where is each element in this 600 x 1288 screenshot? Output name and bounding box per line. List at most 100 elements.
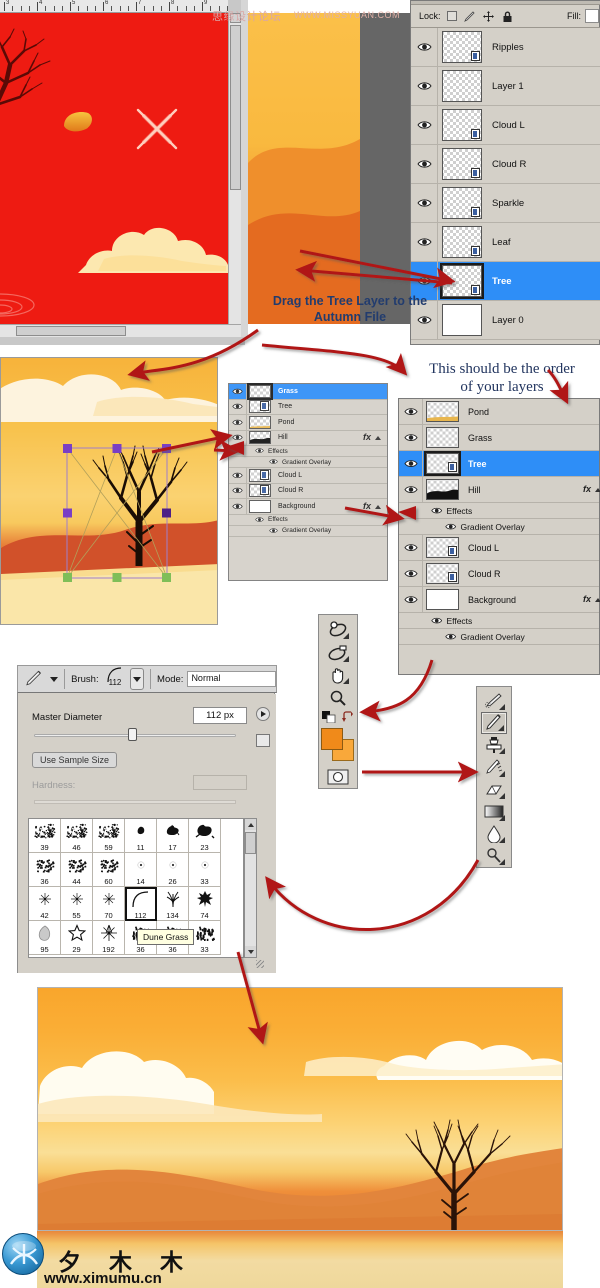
visibility-eye-icon[interactable] bbox=[232, 502, 243, 511]
visibility-eye-icon[interactable] bbox=[232, 486, 243, 495]
brush-tool-dropdown-icon[interactable] bbox=[50, 677, 58, 682]
layer-thumbnail[interactable] bbox=[426, 563, 459, 584]
brush-picker-toggle[interactable] bbox=[130, 668, 144, 690]
layer-effects-fx-icon[interactable]: fx bbox=[363, 501, 371, 511]
fill-value-box[interactable] bbox=[585, 9, 599, 23]
picker-flyout-menu-icon[interactable] bbox=[256, 707, 270, 721]
layer-row-cloud-l[interactable]: Cloud L bbox=[411, 106, 600, 145]
layer-visibility-cell[interactable] bbox=[229, 384, 247, 399]
brush-preset-cell[interactable]: 74 bbox=[189, 887, 221, 921]
brush-preset-cell[interactable]: 17 bbox=[157, 819, 189, 853]
new-brush-preset-icon[interactable] bbox=[256, 734, 270, 747]
slider-knob[interactable] bbox=[128, 728, 137, 741]
brush-preset-grid[interactable]: 39 46 59 11 17 23 36 44 60 14 26 33 42 55 70 112 134 74 95… bbox=[29, 819, 243, 955]
swap-colors-icon[interactable] bbox=[342, 711, 355, 723]
brush-icon[interactable] bbox=[481, 712, 507, 734]
effects-expand-toggle-icon[interactable] bbox=[595, 598, 600, 602]
layer-row-background[interactable]: Background fx bbox=[399, 587, 599, 613]
layer-thumbnail[interactable] bbox=[426, 589, 459, 610]
layer-row-cloud-l[interactable]: Cloud L bbox=[229, 468, 387, 484]
visibility-eye-icon[interactable] bbox=[404, 542, 418, 553]
master-diameter-value[interactable]: 112 px bbox=[193, 707, 247, 724]
lock-all-icon[interactable] bbox=[501, 10, 514, 23]
brush-preset-cell[interactable]: 33 bbox=[189, 853, 221, 887]
quick-mask-icon[interactable] bbox=[325, 766, 351, 788]
brush-preset-cell[interactable]: 192 bbox=[93, 921, 125, 955]
layer-thumbnail[interactable] bbox=[442, 31, 482, 63]
layer-effect-gradient-overlay-row[interactable]: Gradient Overlay bbox=[229, 526, 387, 537]
visibility-eye-icon[interactable] bbox=[417, 158, 432, 170]
layer-thumbnail[interactable] bbox=[426, 427, 459, 448]
horizontal-ruler[interactable]: 3 4 5 6 7 8 9 bbox=[0, 0, 228, 13]
layer-thumbnail[interactable] bbox=[249, 469, 271, 482]
visibility-eye-icon[interactable] bbox=[404, 406, 418, 417]
layer-row-sparkle[interactable]: Sparkle bbox=[411, 184, 600, 223]
visibility-eye-icon[interactable] bbox=[404, 432, 418, 443]
layer-row-background[interactable]: Background fx bbox=[229, 499, 387, 515]
brush-preset-cell[interactable]: 39 bbox=[29, 819, 61, 853]
visibility-eye-icon[interactable] bbox=[417, 41, 432, 53]
layer-visibility-cell[interactable] bbox=[229, 468, 247, 483]
layer-row-leaf[interactable]: Leaf bbox=[411, 223, 600, 262]
layer-row-cloud-r[interactable]: Cloud R bbox=[229, 484, 387, 500]
3d-roll-icon[interactable] bbox=[325, 641, 351, 663]
effects-expand-toggle-icon[interactable] bbox=[375, 436, 381, 440]
brush-grid-scroll-up-icon[interactable] bbox=[245, 819, 256, 830]
lock-image-icon[interactable] bbox=[463, 10, 476, 23]
brush-preset-cell[interactable]: 26 bbox=[157, 853, 189, 887]
default-colors-icon[interactable] bbox=[322, 711, 336, 723]
visibility-eye-icon[interactable] bbox=[431, 616, 442, 625]
layer-visibility-cell[interactable] bbox=[229, 415, 247, 430]
layer-thumbnail[interactable] bbox=[249, 431, 271, 444]
visibility-eye-icon[interactable] bbox=[404, 594, 418, 605]
scroll-thumb-h[interactable] bbox=[16, 326, 126, 336]
brush-preset-cell[interactable]: 23 bbox=[189, 819, 221, 853]
layer-visibility-cell[interactable] bbox=[229, 499, 247, 514]
history-brush-icon[interactable] bbox=[481, 756, 507, 778]
visibility-eye-icon[interactable] bbox=[232, 387, 243, 396]
layer-row-hill[interactable]: Hill fx bbox=[229, 431, 387, 447]
layer-row-grass[interactable]: Grass bbox=[229, 384, 387, 400]
layer-row-pond[interactable]: Pond bbox=[399, 399, 599, 425]
visibility-eye-icon[interactable] bbox=[431, 506, 442, 515]
layer-visibility-cell[interactable] bbox=[411, 28, 438, 66]
visibility-eye-icon[interactable] bbox=[417, 236, 432, 248]
3d-rotate-icon[interactable] bbox=[325, 619, 351, 641]
layer-thumbnail[interactable] bbox=[442, 70, 482, 102]
layer-row-cloud-r[interactable]: Cloud R bbox=[399, 561, 599, 587]
layer-thumbnail[interactable] bbox=[442, 148, 482, 180]
layer-visibility-cell[interactable] bbox=[411, 67, 438, 105]
layer-thumbnail[interactable] bbox=[442, 265, 482, 297]
layer-thumbnail[interactable] bbox=[249, 500, 271, 513]
visibility-eye-icon[interactable] bbox=[232, 433, 243, 442]
layer-row-pond[interactable]: Pond bbox=[229, 415, 387, 431]
visibility-eye-icon[interactable] bbox=[404, 568, 418, 579]
brush-preset-cell[interactable]: 55 bbox=[61, 887, 93, 921]
healing-brush-icon[interactable] bbox=[481, 690, 507, 712]
lock-position-icon[interactable] bbox=[482, 10, 495, 23]
visibility-eye-icon[interactable] bbox=[255, 447, 264, 454]
layer-row-hill[interactable]: Hill fx bbox=[399, 477, 599, 503]
canvas-vertical-scrollbar[interactable] bbox=[228, 13, 241, 324]
foreground-background-swatch[interactable] bbox=[321, 728, 355, 760]
brush-preset-cell[interactable]: 60 bbox=[93, 853, 125, 887]
layer-thumbnail[interactable] bbox=[442, 304, 482, 336]
brush-grid-scroll-down-icon[interactable] bbox=[245, 946, 256, 957]
visibility-eye-icon[interactable] bbox=[445, 632, 456, 641]
visibility-eye-icon[interactable] bbox=[417, 119, 432, 131]
free-transform-box[interactable] bbox=[63, 444, 171, 582]
layer-effect-gradient-overlay-row[interactable]: Gradient Overlay bbox=[399, 519, 599, 535]
layer-row-cloud-l[interactable]: Cloud L bbox=[399, 535, 599, 561]
layer-thumbnail[interactable] bbox=[249, 416, 271, 429]
brush-preset-cell[interactable]: 29 bbox=[61, 921, 93, 955]
brush-grid-scroll-thumb[interactable] bbox=[245, 832, 256, 854]
layer-visibility-cell[interactable] bbox=[229, 400, 247, 415]
layer-visibility-cell[interactable] bbox=[229, 431, 247, 446]
effects-expand-toggle-icon[interactable] bbox=[595, 488, 600, 492]
layer-visibility-cell[interactable] bbox=[229, 484, 247, 499]
visibility-eye-icon[interactable] bbox=[255, 516, 264, 523]
layer-thumbnail[interactable] bbox=[426, 401, 459, 422]
layer-effects-fx-icon[interactable]: fx bbox=[363, 432, 371, 442]
layer-visibility-cell[interactable] bbox=[411, 223, 438, 261]
layer-thumbnail[interactable] bbox=[426, 479, 459, 500]
